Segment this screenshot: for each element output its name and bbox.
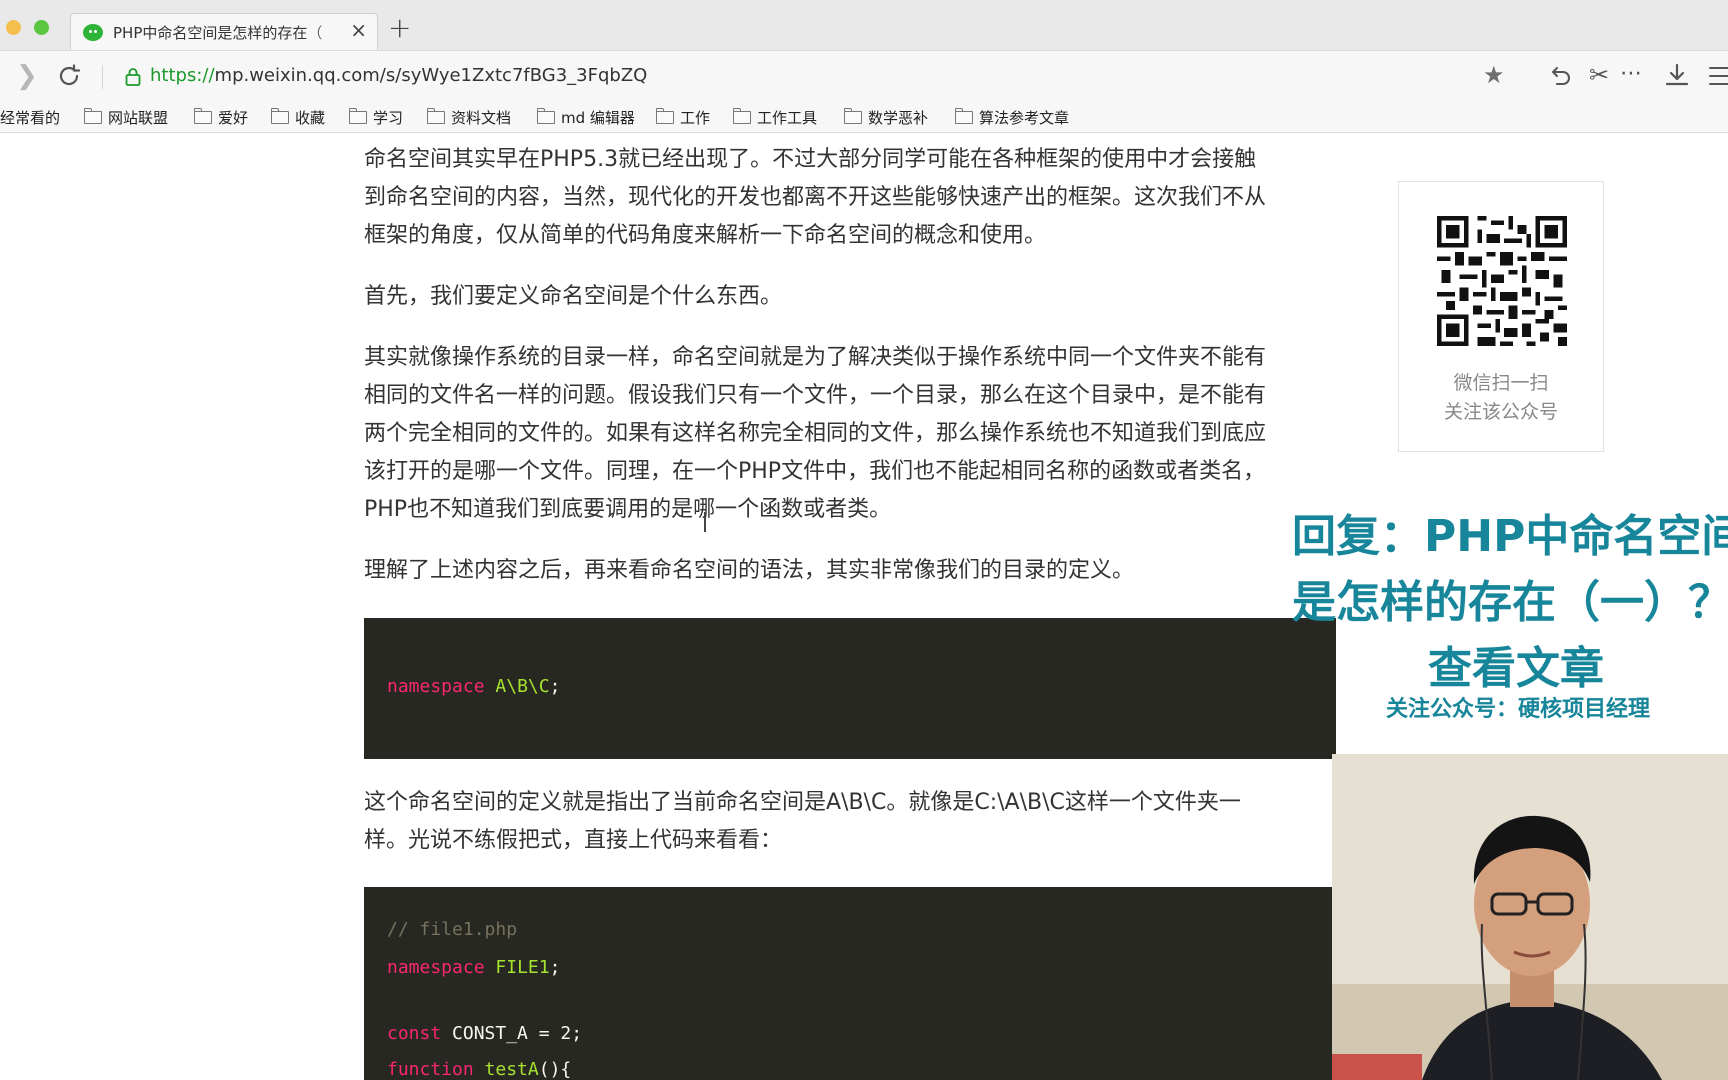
address-bar: ❯ https://mp.weixin.qq.com/s/syWye1Zxtc7… [0, 50, 1728, 102]
folder-icon [537, 108, 555, 124]
qr-caption-2: 关注该公众号 [1443, 401, 1558, 423]
folder-icon [271, 108, 289, 124]
code-block-2: // file1.php namespace FILE1; const CONS… [364, 887, 1336, 1080]
code-line: function testA(){ [387, 1059, 572, 1080]
tab-title: PHP中命名空间是怎样的存在（ [113, 24, 323, 42]
bookmark-folder[interactable]: 工作工具 [733, 107, 817, 128]
code-line: namespace A\B\C; [387, 676, 561, 697]
bookmark-folder[interactable]: 工作 [656, 107, 710, 128]
more-icon[interactable]: ⋯ [1620, 61, 1642, 86]
article-paragraph-3: 其实就像操作系统的目录一样，命名空间就是为了解决类似于操作系统中同一个文件夹不能… [364, 345, 1267, 522]
wechat-icon [83, 24, 103, 41]
qr-caption-1: 微信扫一扫 [1453, 372, 1549, 394]
article-paragraph-2: 首先，我们要定义命名空间是个什么东西。 [364, 284, 783, 309]
download-icon[interactable] [1664, 62, 1690, 88]
close-tab-icon[interactable]: × [350, 20, 367, 40]
browser-tab[interactable]: PHP中命名空间是怎样的存在（ × [70, 13, 378, 50]
article-paragraph-1: 命名空间其实早在PHP5.3就已经出现了。不过大部分同学可能在各种框架的使用中才… [364, 147, 1267, 248]
folder-icon [427, 108, 445, 124]
bookmark-folder[interactable]: 爱好 [194, 107, 248, 128]
code-block-1: namespace A\B\C; [364, 618, 1336, 759]
bookmark-folder[interactable]: 收藏 [271, 107, 325, 128]
bookmarks-bar: 经常看的 网站联盟 爱好 收藏 学习 资料文档 md 编辑器 工作 工作工具 数… [0, 102, 1728, 133]
bookmark-frequent[interactable]: 经常看的 [0, 107, 60, 128]
url-input[interactable]: https://mp.weixin.qq.com/s/syWye1Zxtc7fB… [150, 65, 647, 86]
folder-icon [84, 108, 102, 124]
forward-icon[interactable]: ❯ [16, 63, 38, 89]
article-paragraph-5: 这个命名空间的定义就是指出了当前命名空间是A\B\C。就像是C:\A\B\C这样… [364, 790, 1241, 853]
bookmark-folder[interactable]: 资料文档 [427, 107, 511, 128]
reload-icon[interactable] [56, 63, 82, 89]
separator [102, 65, 103, 89]
folder-icon [349, 108, 367, 124]
code-line: const CONST_A = 2; [387, 1023, 583, 1044]
promo-line-4: 关注公众号：硬核项目经理 [1386, 697, 1651, 722]
folder-icon [955, 108, 973, 124]
new-tab-button[interactable]: + [388, 14, 411, 42]
code-comment: // file1.php [387, 919, 518, 940]
folder-icon [844, 108, 862, 124]
webcam-video [1332, 754, 1728, 1080]
text-cursor-icon [704, 512, 706, 532]
bookmark-star-icon[interactable]: ★ [1483, 61, 1505, 89]
minimize-button[interactable] [6, 20, 21, 35]
promo-line-3: 查看文章 [1428, 643, 1604, 694]
folder-icon [733, 108, 751, 124]
menu-icon[interactable] [1708, 65, 1728, 87]
url-path: mp.weixin.qq.com/s/syWye1Zxtc7fBG3_3FqbZ… [214, 65, 648, 86]
qr-card: 微信扫一扫 关注该公众号 [1398, 181, 1604, 452]
promo-line-2: 是怎样的存在（一）？ [1292, 577, 1728, 628]
folder-icon [194, 108, 212, 124]
folder-icon [656, 108, 674, 124]
zoom-button[interactable] [34, 20, 49, 35]
url-protocol: https:// [150, 65, 215, 86]
undo-icon[interactable] [1548, 63, 1572, 87]
bookmark-folder[interactable]: 数学恶补 [844, 107, 928, 128]
qr-code [1437, 216, 1567, 346]
article-paragraph-4: 理解了上述内容之后，再来看命名空间的语法，其实非常像我们的目录的定义。 [364, 558, 1135, 583]
bookmark-folder[interactable]: md 编辑器 [537, 107, 635, 128]
screenshot-scissors-icon[interactable]: ✂ [1589, 61, 1609, 89]
bookmark-folder[interactable]: 网站联盟 [84, 107, 168, 128]
lock-icon [125, 68, 141, 86]
bookmark-folder[interactable]: 学习 [349, 107, 403, 128]
promo-line-1: 回复：PHP中命名空间 [1292, 511, 1728, 562]
tab-bar: PHP中命名空间是怎样的存在（ × + [0, 0, 1728, 50]
bookmark-folder[interactable]: 算法参考文章 [955, 107, 1069, 128]
code-line: namespace FILE1; [387, 957, 561, 978]
presenter-image [1332, 754, 1728, 1080]
